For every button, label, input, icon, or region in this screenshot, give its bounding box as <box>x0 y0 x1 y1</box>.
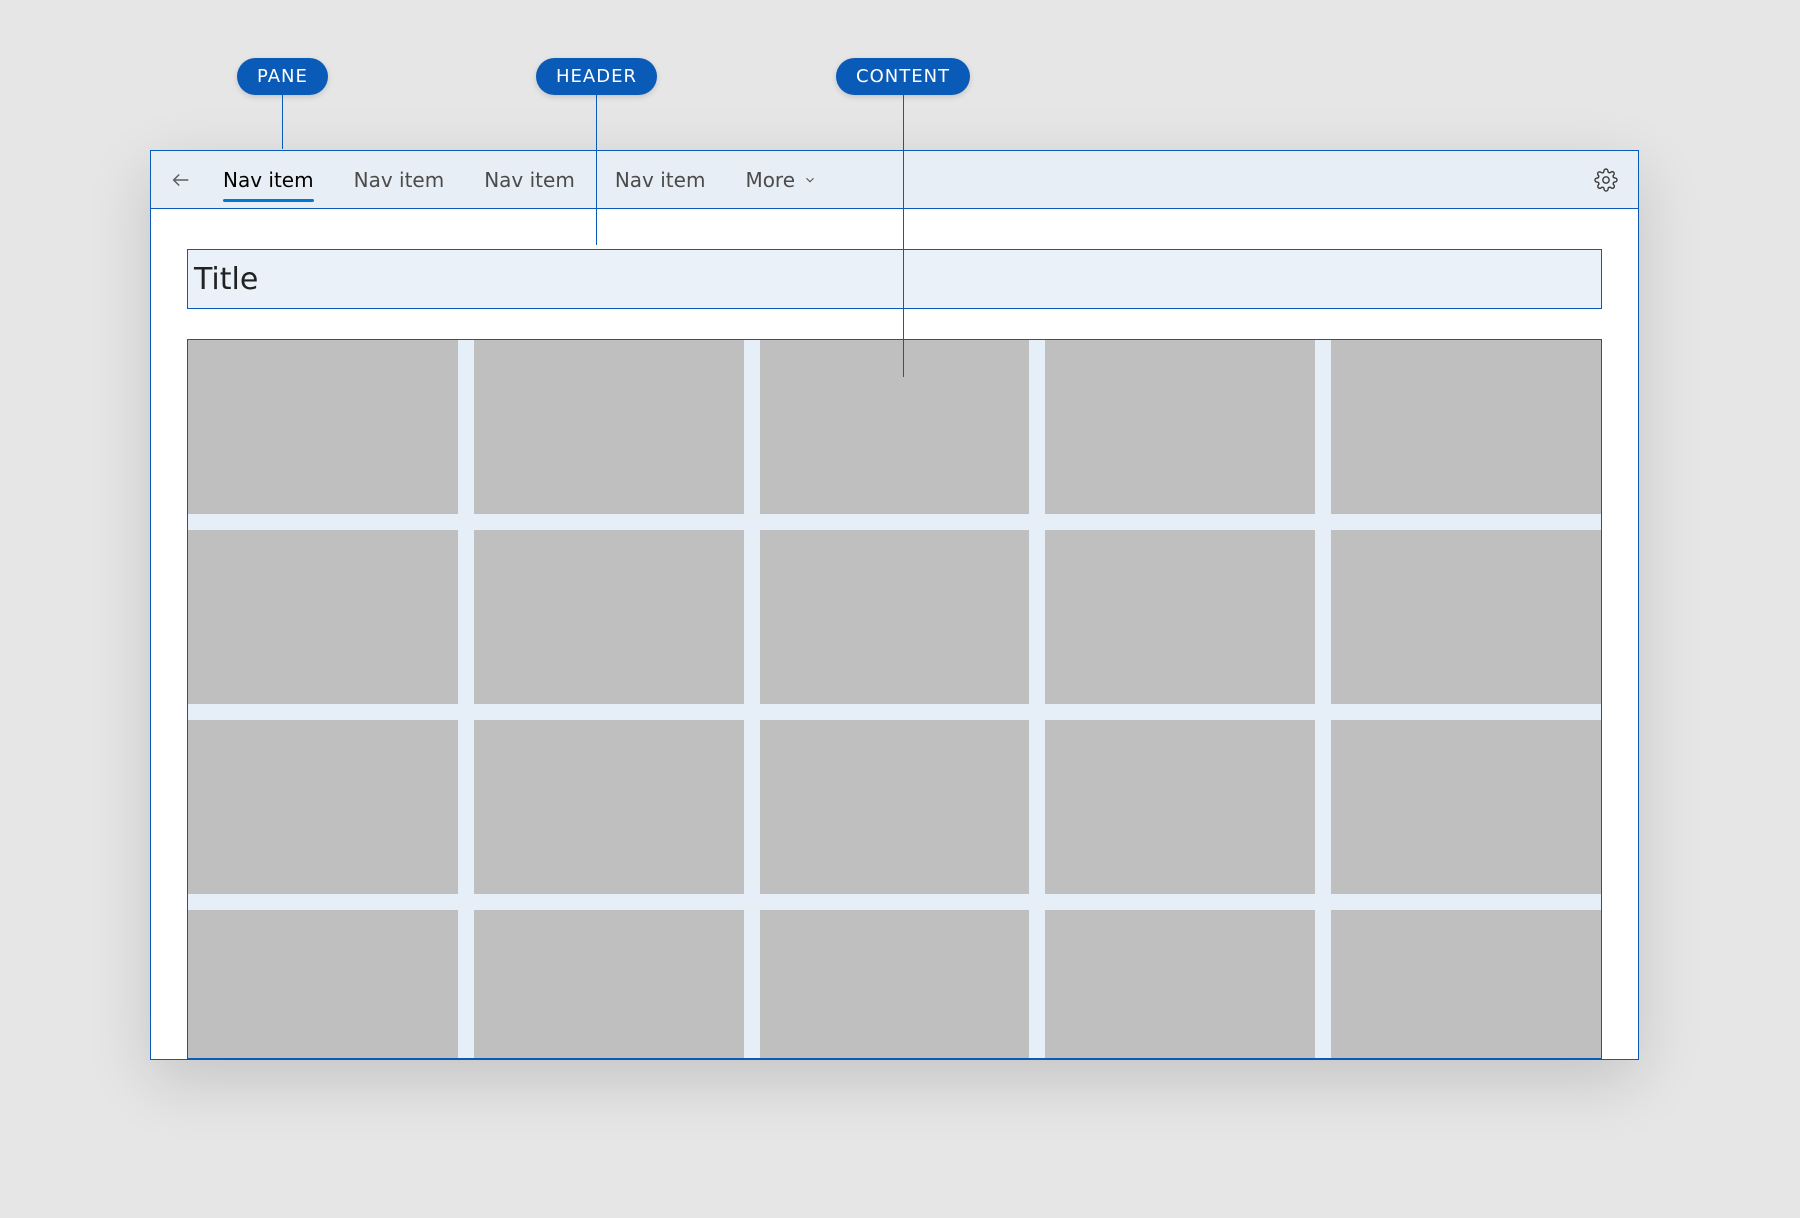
nav-item-more[interactable]: More <box>725 151 837 208</box>
nav-item-label: Nav item <box>223 168 314 192</box>
content-tile[interactable] <box>1045 720 1315 894</box>
annotation-pane: PANE <box>237 58 328 149</box>
content-tile[interactable] <box>188 720 458 894</box>
content-tile[interactable] <box>760 720 1030 894</box>
back-button[interactable] <box>159 158 203 202</box>
content-grid <box>188 340 1601 1059</box>
content-tile[interactable] <box>474 340 744 514</box>
content-tile[interactable] <box>188 530 458 704</box>
content-tile[interactable] <box>1045 530 1315 704</box>
nav-item-1[interactable]: Nav item <box>334 151 465 208</box>
content-tile[interactable] <box>188 340 458 514</box>
content-tile[interactable] <box>474 720 744 894</box>
content-tile[interactable] <box>188 910 458 1059</box>
annotation-leader <box>903 95 904 377</box>
content-tile[interactable] <box>1045 340 1315 514</box>
page-title: Title <box>194 262 258 297</box>
nav-items: Nav item Nav item Nav item Nav item More <box>203 151 837 208</box>
nav-item-label: Nav item <box>354 168 445 192</box>
content-tile[interactable] <box>1045 910 1315 1059</box>
arrow-left-icon <box>170 169 192 191</box>
content-region <box>151 309 1638 1059</box>
content-frame <box>187 339 1602 1059</box>
annotation-content-label: CONTENT <box>836 58 970 95</box>
content-tile[interactable] <box>760 530 1030 704</box>
annotation-leader <box>596 95 597 245</box>
content-tile[interactable] <box>1331 720 1601 894</box>
annotation-pane-label: PANE <box>237 58 328 95</box>
settings-button[interactable] <box>1592 166 1620 194</box>
annotation-header-label: HEADER <box>536 58 657 95</box>
content-tile[interactable] <box>1331 530 1601 704</box>
content-tile[interactable] <box>760 910 1030 1059</box>
nav-more-label: More <box>745 168 795 192</box>
annotation-leader <box>282 95 283 149</box>
chevron-down-icon <box>803 173 817 187</box>
annotation-header: HEADER <box>536 58 657 245</box>
content-tile[interactable] <box>474 530 744 704</box>
gear-icon <box>1594 168 1618 192</box>
content-tile[interactable] <box>1331 910 1601 1059</box>
annotation-content: CONTENT <box>836 58 970 377</box>
nav-item-0[interactable]: Nav item <box>203 151 334 208</box>
content-tile[interactable] <box>474 910 744 1059</box>
content-tile[interactable] <box>1331 340 1601 514</box>
